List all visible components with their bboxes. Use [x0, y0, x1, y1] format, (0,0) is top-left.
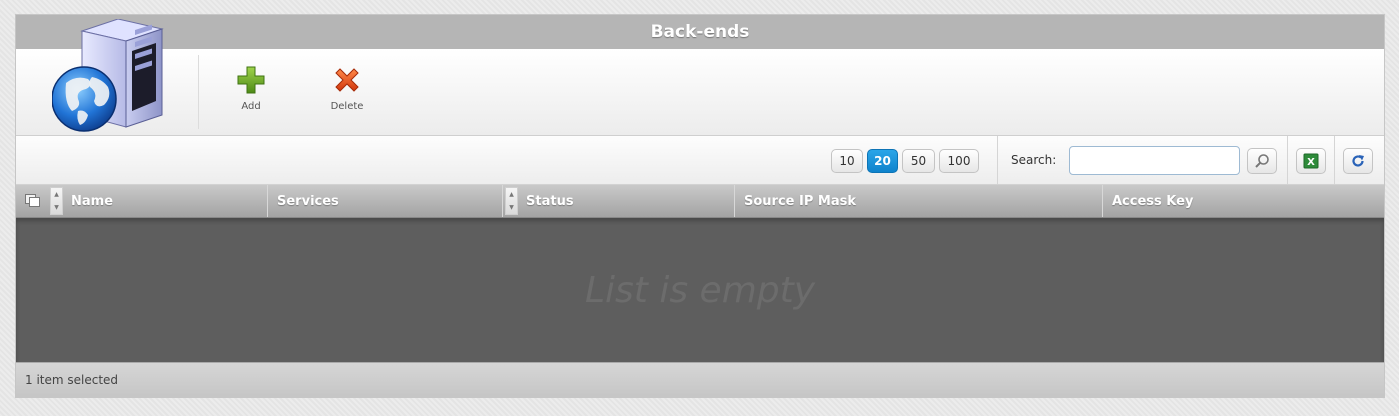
excel-icon: X	[1303, 153, 1319, 169]
divider	[1287, 136, 1288, 184]
grid-controls-bar: 10 20 50 100 Search: X	[16, 136, 1384, 185]
toolbar-divider	[198, 55, 199, 129]
grid-body: List is empty	[16, 218, 1384, 363]
page-size-option[interactable]: 50	[902, 149, 935, 173]
svg-text:X: X	[1307, 157, 1315, 168]
page-size-option[interactable]: 10	[831, 149, 863, 173]
divider	[1334, 136, 1335, 184]
refresh-icon	[1352, 155, 1364, 167]
plus-icon	[237, 66, 265, 94]
magnifier-icon	[1255, 154, 1269, 168]
search-button[interactable]	[1247, 148, 1277, 174]
delete-label: Delete	[330, 101, 364, 112]
column-header-status[interactable]: Status	[517, 185, 735, 217]
search-label: Search:	[1011, 153, 1057, 167]
delete-x-icon	[335, 68, 359, 92]
column-header-name[interactable]: Name	[62, 185, 268, 217]
page-size-option[interactable]: 100	[939, 149, 979, 173]
divider	[997, 136, 998, 184]
selection-status: 1 item selected	[25, 373, 119, 387]
export-excel-button[interactable]: X	[1296, 148, 1326, 174]
delete-button[interactable]: Delete	[312, 65, 382, 125]
column-header-services[interactable]: Services	[268, 185, 503, 217]
backends-panel: Back-ends Add Delete 10 20 50 100 Search…	[15, 14, 1385, 398]
server-globe-icon	[52, 19, 164, 132]
refresh-button[interactable]	[1343, 148, 1373, 174]
select-all-icon[interactable]	[25, 194, 41, 208]
column-header-source-ip-mask[interactable]: Source IP Mask	[735, 185, 1103, 217]
page-size-selector: 10 20 50 100	[831, 149, 979, 173]
add-label: Add	[241, 101, 261, 112]
window-title: Back-ends	[16, 15, 1384, 49]
add-button[interactable]: Add	[216, 65, 286, 125]
grid-header: ▲ ▼ Name Services ▲ ▼ Status Source IP Mas…	[16, 185, 1384, 218]
status-bar: 1 item selected	[16, 362, 1384, 397]
column-header-access-key[interactable]: Access Key	[1103, 185, 1384, 217]
toolbar: Add Delete	[16, 19, 1384, 136]
search-input[interactable]	[1069, 146, 1240, 175]
page-size-option-selected[interactable]: 20	[867, 149, 898, 173]
empty-list-message: List is empty	[584, 270, 816, 311]
